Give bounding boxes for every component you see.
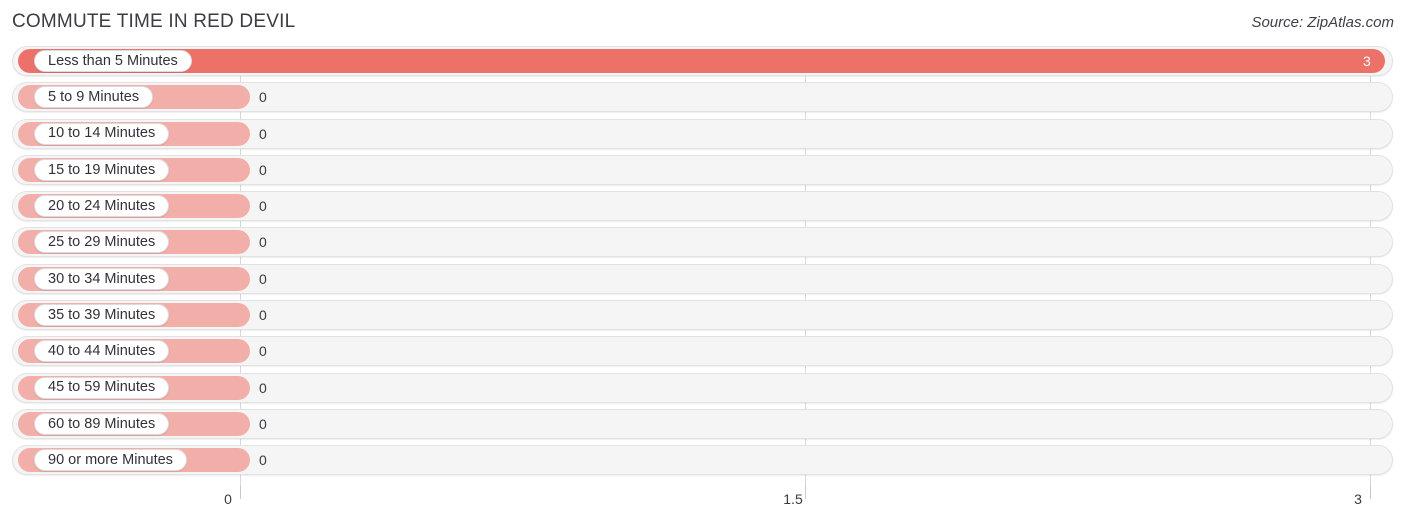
bar-label: 15 to 19 Minutes: [48, 161, 156, 178]
bar-value-label: 0: [259, 452, 267, 469]
bar-label: Less than 5 Minutes: [48, 52, 178, 69]
chart-row: 60 to 89 Minutes 0: [0, 408, 1406, 439]
chart-row: 35 to 39 Minutes 0: [0, 300, 1406, 331]
chart-row: 5 to 9 Minutes 0: [0, 82, 1406, 113]
bar-value-label: 0: [259, 343, 267, 360]
bar-value-label: 0: [259, 125, 267, 142]
chart-row: 40 to 44 Minutes 0: [0, 336, 1406, 367]
bar-value-label: 0: [259, 234, 267, 251]
chart-row: Less than 5 Minutes 3: [0, 46, 1406, 76]
bar-label: 10 to 14 Minutes: [48, 125, 156, 142]
chart-row: 45 to 59 Minutes 0: [0, 372, 1406, 403]
bar-value-label: 0: [259, 415, 267, 432]
bar-label: 30 to 34 Minutes: [48, 270, 156, 287]
page-title: COMMUTE TIME IN RED DEVIL: [12, 11, 296, 32]
bar-label-capsule: 40 to 44 Minutes: [34, 340, 170, 363]
bar-value-label: 0: [259, 198, 267, 215]
bar-value-label: 0: [259, 379, 267, 396]
bar-value-label: 0: [259, 161, 267, 178]
chart-row: 25 to 29 Minutes 0: [0, 227, 1406, 258]
chart-row: 30 to 34 Minutes 0: [0, 263, 1406, 294]
x-tick-label-0: 0: [224, 491, 232, 507]
x-tick-line-1: [805, 486, 806, 499]
source-attribution: Source: ZipAtlas.com: [1251, 14, 1394, 31]
bar-label-capsule: 45 to 59 Minutes: [34, 376, 170, 399]
chart-plot-area: Less than 5 Minutes 3 5 to 9 Minutes 0 10 to…: [0, 46, 1406, 488]
bar-value-label: 0: [259, 270, 267, 287]
chart-row: 15 to 19 Minutes 0: [0, 154, 1406, 185]
bar-label-capsule: 10 to 14 Minutes: [34, 122, 170, 145]
bar-label: 40 to 44 Minutes: [48, 343, 156, 360]
bar-label-capsule: 20 to 24 Minutes: [34, 195, 170, 218]
x-tick-label-1: 1.5: [783, 491, 803, 507]
chart-row: 10 to 14 Minutes 0: [0, 118, 1406, 149]
bar-value-label: 0: [259, 307, 267, 324]
bar-label: 5 to 9 Minutes: [48, 89, 140, 106]
bar-label-capsule: 25 to 29 Minutes: [34, 231, 170, 254]
bar-value-label: 0: [259, 89, 267, 106]
chart-row: 20 to 24 Minutes 0: [0, 191, 1406, 222]
bar-label: 90 or more Minutes: [48, 452, 173, 469]
bar-label: 20 to 24 Minutes: [48, 197, 156, 214]
bar-label-capsule: 90 or more Minutes: [34, 449, 187, 472]
bar-value[interactable]: [18, 49, 1385, 73]
chart-header: COMMUTE TIME IN RED DEVIL Source: ZipAtl…: [0, 0, 1406, 46]
bar-label-capsule: 5 to 9 Minutes: [34, 86, 154, 109]
bar-label-capsule: 60 to 89 Minutes: [34, 412, 170, 435]
bar-label-capsule: Less than 5 Minutes: [34, 50, 192, 72]
bar-label: 35 to 39 Minutes: [48, 306, 156, 323]
x-tick-label-2: 3: [1354, 491, 1362, 507]
bar-label: 25 to 29 Minutes: [48, 234, 156, 251]
x-axis: 0 1.5 3: [0, 486, 1406, 523]
x-tick-line-2: [1370, 486, 1371, 499]
bar-label: 45 to 59 Minutes: [48, 379, 156, 396]
bar-value-label: 3: [1363, 53, 1371, 69]
chart-bar-rows: Less than 5 Minutes 3 5 to 9 Minutes 0 10 to…: [0, 46, 1406, 482]
bar-label-capsule: 15 to 19 Minutes: [34, 158, 170, 181]
bar-label: 60 to 89 Minutes: [48, 415, 156, 432]
bar-label-capsule: 30 to 34 Minutes: [34, 267, 170, 290]
bar-label-capsule: 35 to 39 Minutes: [34, 304, 170, 327]
chart-row: 90 or more Minutes 0: [0, 445, 1406, 476]
x-tick-line-0: [240, 486, 241, 499]
